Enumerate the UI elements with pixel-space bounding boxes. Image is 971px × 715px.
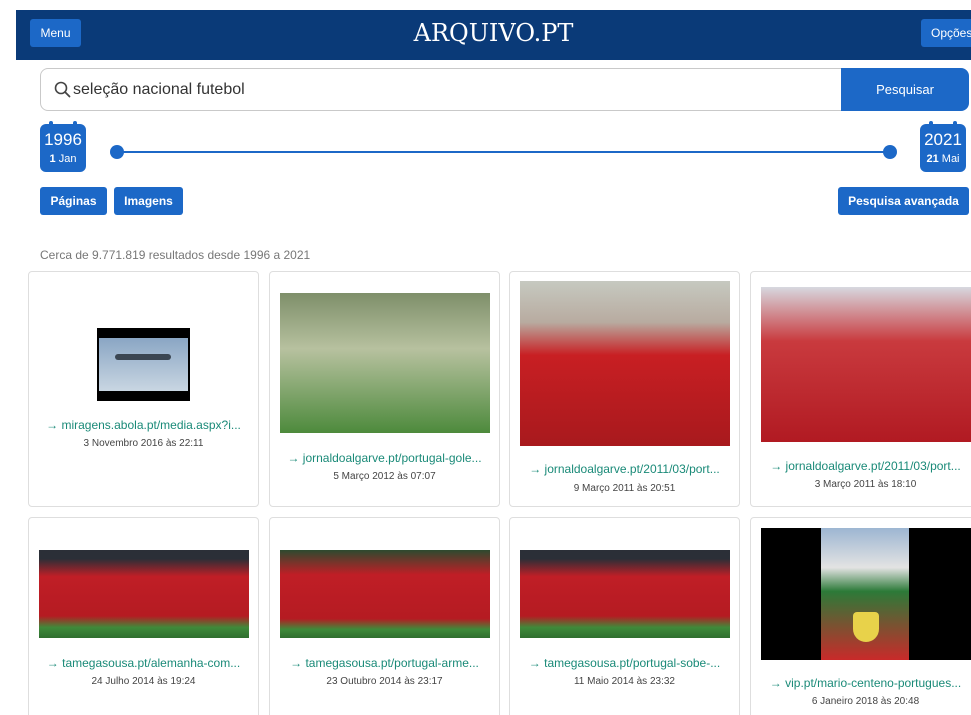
result-link[interactable]: → miragens.abola.pt/media.aspx?i... [29,418,258,432]
result-thumbnail[interactable] [761,528,971,660]
images-button[interactable]: Imagens [114,187,183,215]
end-date-picker[interactable]: 2021 21 Mai [920,121,966,172]
search-input[interactable] [73,79,813,101]
result-link[interactable]: → jornaldoalgarve.pt/2011/03/port... [510,462,739,476]
result-date: 6 Janeiro 2018 às 20:48 [811,696,920,707]
date-range-track[interactable] [117,151,889,153]
options-button[interactable]: Opções [921,19,971,47]
result-thumbnail[interactable] [520,550,730,638]
result-card[interactable]: → miragens.abola.pt/media.aspx?i... 3 No… [28,271,259,507]
start-year: 1996 [44,130,82,149]
search-icon [54,81,71,98]
top-header: Menu ARQUIVO.PT Opções [16,10,971,60]
start-date-handle[interactable] [110,145,124,159]
result-thumbnail[interactable] [761,287,971,442]
result-thumbnail[interactable] [280,293,490,433]
result-date: 23 Outubro 2014 às 23:17 [326,676,443,687]
advanced-search-button[interactable]: Pesquisa avançada [838,187,969,215]
end-year: 2021 [924,130,962,149]
result-link[interactable]: → tamegasousa.pt/alemanha-com... [29,656,258,670]
result-card[interactable]: → tamegasousa.pt/alemanha-com... 24 Julh… [28,517,259,715]
result-card[interactable]: → tamegasousa.pt/portugal-sobe-... 11 Ma… [509,517,740,715]
result-date: 11 Maio 2014 às 23:32 [573,676,675,687]
result-date: 5 Março 2012 às 07:07 [333,471,436,482]
search-box [40,68,843,111]
arquivo-logo[interactable]: ARQUIVO.PT [16,19,971,47]
result-date: 3 Novembro 2016 às 22:11 [83,438,204,449]
result-thumbnail[interactable] [280,550,490,638]
result-card[interactable]: → jornaldoalgarve.pt/2011/03/port... 3 M… [750,271,971,507]
start-date-picker[interactable]: 1996 1 Jan [40,121,86,172]
start-day-month: 1 Jan [49,153,77,165]
result-link[interactable]: → tamegasousa.pt/portugal-sobe-... [510,656,739,670]
result-thumbnail[interactable] [97,328,190,401]
search-button[interactable]: Pesquisar [841,68,969,111]
end-date-handle[interactable] [883,145,897,159]
result-card[interactable]: → jornaldoalgarve.pt/2011/03/port... 9 M… [509,271,740,507]
result-thumbnail[interactable] [520,281,730,446]
result-card[interactable]: → tamegasousa.pt/portugal-arme... 23 Out… [269,517,500,715]
result-link[interactable]: → jornaldoalgarve.pt/2011/03/port... [751,459,971,473]
result-date: 3 Março 2011 às 18:10 [814,479,917,490]
result-card[interactable]: → jornaldoalgarve.pt/portugal-gole... 5 … [269,271,500,507]
end-day-month: 21 Mai [926,153,960,165]
result-thumbnail[interactable] [39,550,249,638]
result-card[interactable]: → vip.pt/mario-centeno-portugues... 6 Ja… [750,517,971,715]
result-link[interactable]: → jornaldoalgarve.pt/portugal-gole... [270,451,499,465]
pages-button[interactable]: Páginas [40,187,107,215]
result-link[interactable]: → vip.pt/mario-centeno-portugues... [751,676,971,690]
result-link[interactable]: → tamegasousa.pt/portugal-arme... [270,656,499,670]
result-date: 24 Julho 2014 às 19:24 [91,676,196,687]
result-date: 9 Março 2011 às 20:51 [573,483,676,494]
results-count: Cerca de 9.771.819 resultados desde 1996… [40,248,311,262]
